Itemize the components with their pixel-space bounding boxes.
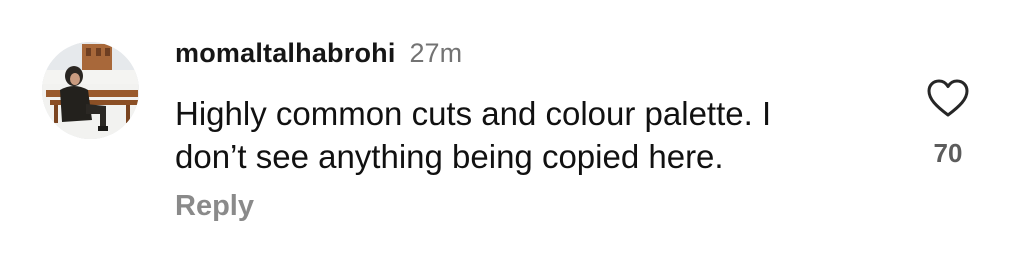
- like-count: 70: [933, 138, 963, 168]
- comment-text-line-2: don’t see anything being copied here.: [175, 138, 724, 175]
- username-link[interactable]: momaltalhabrohi: [175, 38, 396, 69]
- avatar-photo: [42, 42, 139, 139]
- comment-item: momaltalhabrohi 27m Highly common cuts a…: [0, 0, 1024, 258]
- comment-text: Highly common cuts and colour palette. I…: [175, 92, 895, 178]
- comment-text-line-1: Highly common cuts and colour palette. I: [175, 95, 772, 132]
- avatar[interactable]: [42, 42, 139, 139]
- like-control: 70: [922, 78, 974, 174]
- comment-timestamp: 27m: [409, 38, 463, 68]
- reply-button[interactable]: Reply: [175, 190, 254, 223]
- heart-outline-icon[interactable]: [926, 78, 970, 118]
- comment-header: momaltalhabrohi 27m: [175, 38, 462, 74]
